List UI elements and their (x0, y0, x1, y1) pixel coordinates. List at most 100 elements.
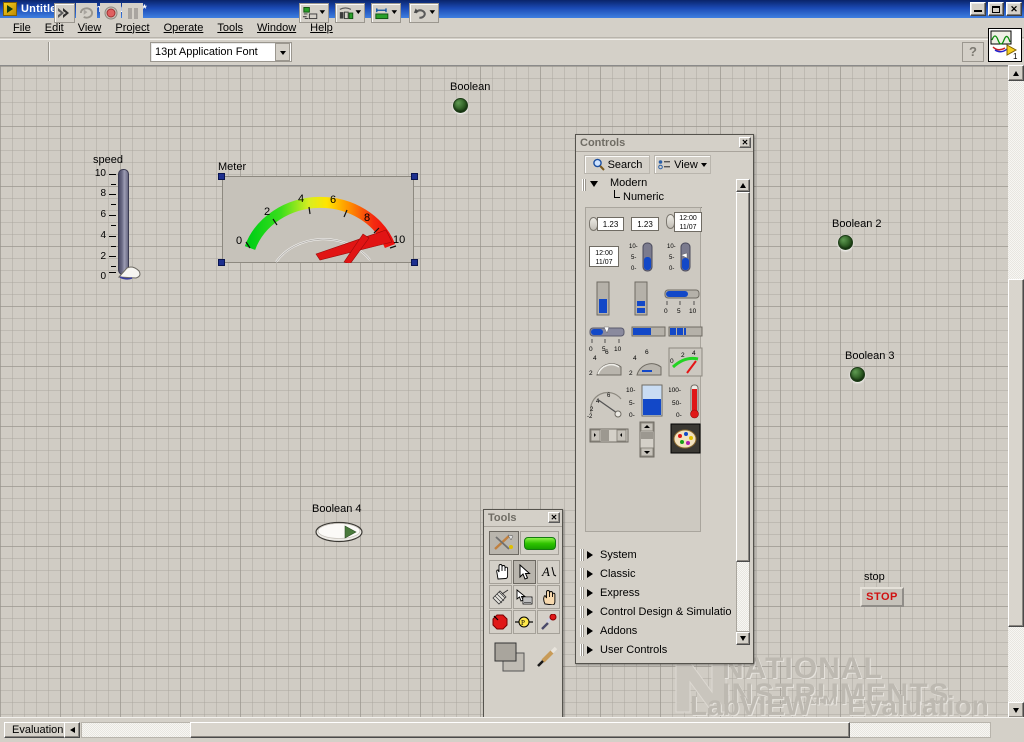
boolean-3-led[interactable] (850, 367, 865, 382)
speed-slider-knob[interactable] (117, 265, 143, 281)
tools-palette[interactable]: Tools ✕ A P (483, 509, 563, 719)
tool-connect-wire[interactable] (489, 585, 512, 609)
stop-button[interactable]: STOP (860, 587, 904, 607)
resize-objects-icon (375, 7, 398, 19)
tool-edit-text[interactable]: A (537, 560, 560, 584)
palette-item-numeric-control[interactable]: 1.23 (589, 215, 625, 233)
chevron-down-icon[interactable] (590, 181, 598, 187)
palette-item-knob[interactable]: 6 4 2 (589, 347, 627, 379)
context-help-button[interactable]: ? (962, 42, 984, 62)
run-button[interactable] (54, 3, 75, 23)
minimize-button[interactable] (970, 2, 986, 16)
vertical-scroll-thumb[interactable] (1008, 279, 1024, 627)
evaluation-button[interactable]: Evaluation (4, 722, 72, 738)
controls-palette-search-button[interactable]: Search (584, 155, 650, 174)
meter-tick-label-8: 8 (364, 212, 371, 224)
view-list-icon (658, 159, 671, 169)
palette-item-vertical-graduated-bar[interactable] (629, 281, 659, 317)
palette-item-vertical-progress-bar[interactable] (591, 281, 621, 317)
tool-set-clear-breakpoint[interactable] (489, 610, 512, 634)
status-scroll-left-button[interactable] (64, 722, 80, 738)
svg-text:4: 4 (593, 355, 597, 362)
pause-button[interactable] (122, 3, 143, 23)
tool-position-size-select[interactable] (513, 560, 536, 584)
resize-objects-button[interactable] (371, 3, 401, 23)
palette-item-dial[interactable]: 6 4 2 (629, 347, 667, 379)
menu-tools[interactable]: Tools (210, 20, 250, 36)
palette-item-vertical-fill-slide[interactable]: 10- 5- 0- (629, 240, 665, 274)
palette-item-meter[interactable]: 0 2 4 (668, 347, 704, 379)
tool-get-color[interactable] (537, 610, 560, 634)
palette-item-horizontal-fill-slide[interactable]: 0 5 10 (664, 285, 704, 315)
restore-button[interactable] (988, 2, 1004, 16)
breadcrumb-modern[interactable]: Modern (610, 177, 647, 189)
align-objects-button[interactable] (299, 3, 329, 23)
palette-item-vertical-scrollbar[interactable] (636, 421, 658, 459)
palette-item-thermometer[interactable]: 100- 50- 0- (668, 383, 709, 419)
menu-tools-label: Tools (217, 21, 244, 34)
scroll-up-button[interactable] (1008, 65, 1024, 81)
palette-item-framed-color-box[interactable] (670, 423, 702, 455)
palette-category-user-controls[interactable]: User Controls (578, 640, 736, 659)
speed-slider-track[interactable] (118, 169, 129, 275)
run-continuously-button[interactable] (76, 3, 97, 23)
boolean-2-led[interactable] (838, 235, 853, 250)
selection-handle[interactable] (218, 259, 225, 266)
font-selector-input[interactable]: 13pt Application Font (150, 42, 292, 62)
menu-operate[interactable]: Operate (157, 20, 211, 36)
palette-item-time-stamp-control[interactable]: 12:00 11/07 (666, 211, 703, 235)
palette-scroll-up-button[interactable] (736, 179, 750, 192)
tool-automatic-selection-button[interactable] (489, 531, 519, 555)
boolean-4-slide-switch[interactable] (315, 521, 363, 543)
speed-minor-tick (111, 246, 116, 247)
selection-handle[interactable] (411, 173, 418, 180)
tools-palette-close-button[interactable]: ✕ (548, 512, 560, 523)
palette-item-horizontal-graduated-bar[interactable] (668, 325, 704, 339)
palette-item-horizontal-scrollbar[interactable] (589, 427, 631, 445)
close-button[interactable]: ✕ (1006, 2, 1022, 16)
panel-vertical-scrollbar[interactable] (1008, 65, 1024, 718)
palette-item-vertical-pointer-slide[interactable]: 10- 5- 0- (667, 240, 703, 274)
svg-text:0-: 0- (676, 412, 682, 419)
selection-handle[interactable] (218, 173, 225, 180)
stop-button-label: stop (864, 571, 885, 583)
palette-scroll-down-button[interactable] (736, 632, 750, 645)
front-panel-canvas[interactable]: speed 10 8 6 4 2 0 Meter 0 2 4 6 8 10 Bo… (0, 65, 1008, 719)
status-scroll-thumb[interactable] (190, 722, 850, 738)
distribute-objects-button[interactable] (335, 3, 365, 23)
menu-window[interactable]: Window (250, 20, 303, 36)
palette-scrollbar-thumb[interactable] (736, 192, 750, 562)
boolean-led[interactable] (453, 98, 468, 113)
font-selector-dropdown-arrow[interactable] (275, 43, 290, 61)
tool-object-shortcut-menu[interactable] (513, 585, 536, 609)
automatic-tool-indicator-led[interactable] (520, 531, 559, 555)
svg-text:A: A (541, 564, 550, 579)
vi-icon-pane[interactable]: 1 (988, 28, 1022, 62)
palette-item-tank[interactable]: 10- 5- 0- (626, 383, 668, 419)
palette-category-control-design[interactable]: Control Design & Simulatio (578, 602, 736, 622)
scroll-down-button[interactable] (1008, 702, 1024, 718)
palette-item-time-stamp-indicator[interactable]: 12:00 11/07 (589, 246, 625, 270)
tool-operate-value[interactable] (489, 560, 512, 584)
palette-item-numeric-indicator[interactable]: 1.23 (629, 215, 665, 233)
tool-color-swatch[interactable] (489, 638, 536, 676)
controls-palette[interactable]: Controls ✕ Search View Modern Numeric 1.… (575, 134, 754, 664)
palette-item-gauge[interactable]: 4 6 2 -2 (587, 385, 627, 420)
palette-category-system[interactable]: System (578, 545, 736, 565)
palette-category-classic[interactable]: Classic (578, 564, 736, 584)
breadcrumb-numeric[interactable]: Numeric (623, 191, 664, 203)
svg-text:100-: 100- (669, 387, 681, 394)
tool-set-color[interactable] (534, 638, 560, 676)
selection-handle[interactable] (411, 259, 418, 266)
abort-execution-button[interactable] (100, 3, 121, 23)
speed-major-tick (109, 236, 116, 237)
palette-category-addons[interactable]: Addons (578, 621, 736, 641)
palette-category-express[interactable]: Express (578, 583, 736, 603)
menu-file[interactable]: File (6, 20, 38, 36)
tool-scroll-window[interactable] (537, 585, 560, 609)
controls-palette-close-button[interactable]: ✕ (739, 137, 751, 148)
tool-probe-data[interactable]: P (513, 610, 536, 634)
controls-palette-view-button[interactable]: View (654, 155, 711, 174)
reorder-button[interactable] (409, 3, 439, 23)
palette-item-horizontal-progress-bar[interactable] (631, 325, 667, 339)
